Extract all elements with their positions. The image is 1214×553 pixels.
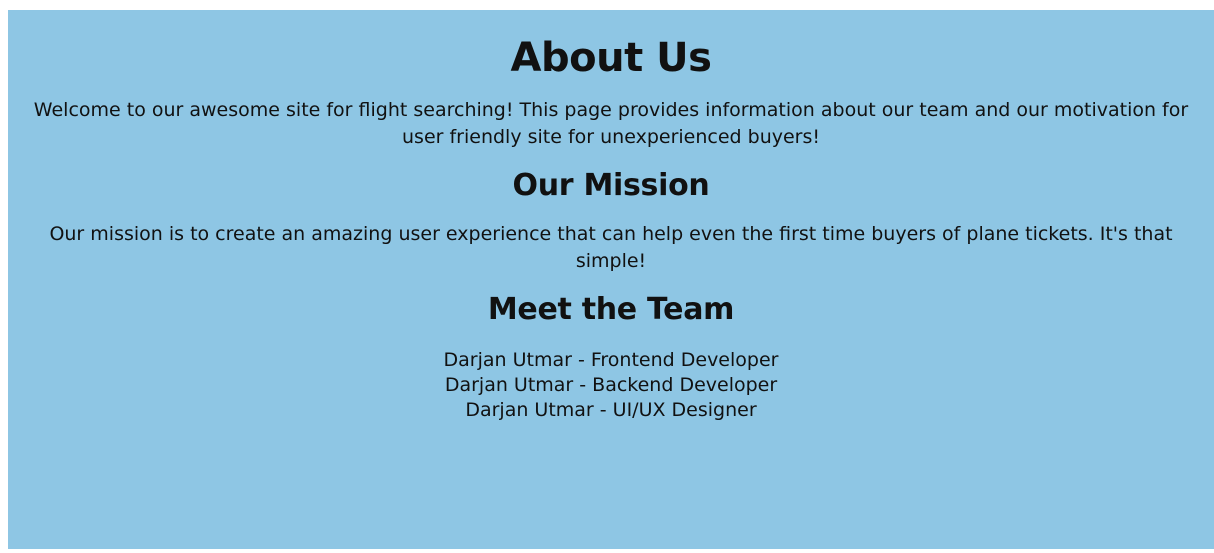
- mission-heading: Our Mission: [512, 168, 710, 203]
- mission-paragraph: Our mission is to create an amazing user…: [49, 223, 1173, 272]
- intro-paragraph: Welcome to our awesome site for flight s…: [33, 99, 1189, 148]
- team-member: Darjan Utmar - Frontend Developer: [443, 349, 779, 371]
- page-title: About Us: [510, 35, 712, 81]
- team-heading: Meet the Team: [487, 292, 735, 327]
- team-member: Darjan Utmar - UI/UX Designer: [465, 399, 757, 421]
- team-member: Darjan Utmar - Backend Developer: [444, 374, 778, 396]
- team-list: Darjan Utmar - Frontend Developer Darjan…: [26, 348, 1196, 423]
- about-page-content: About Us Welcome to our awesome site for…: [8, 10, 1214, 549]
